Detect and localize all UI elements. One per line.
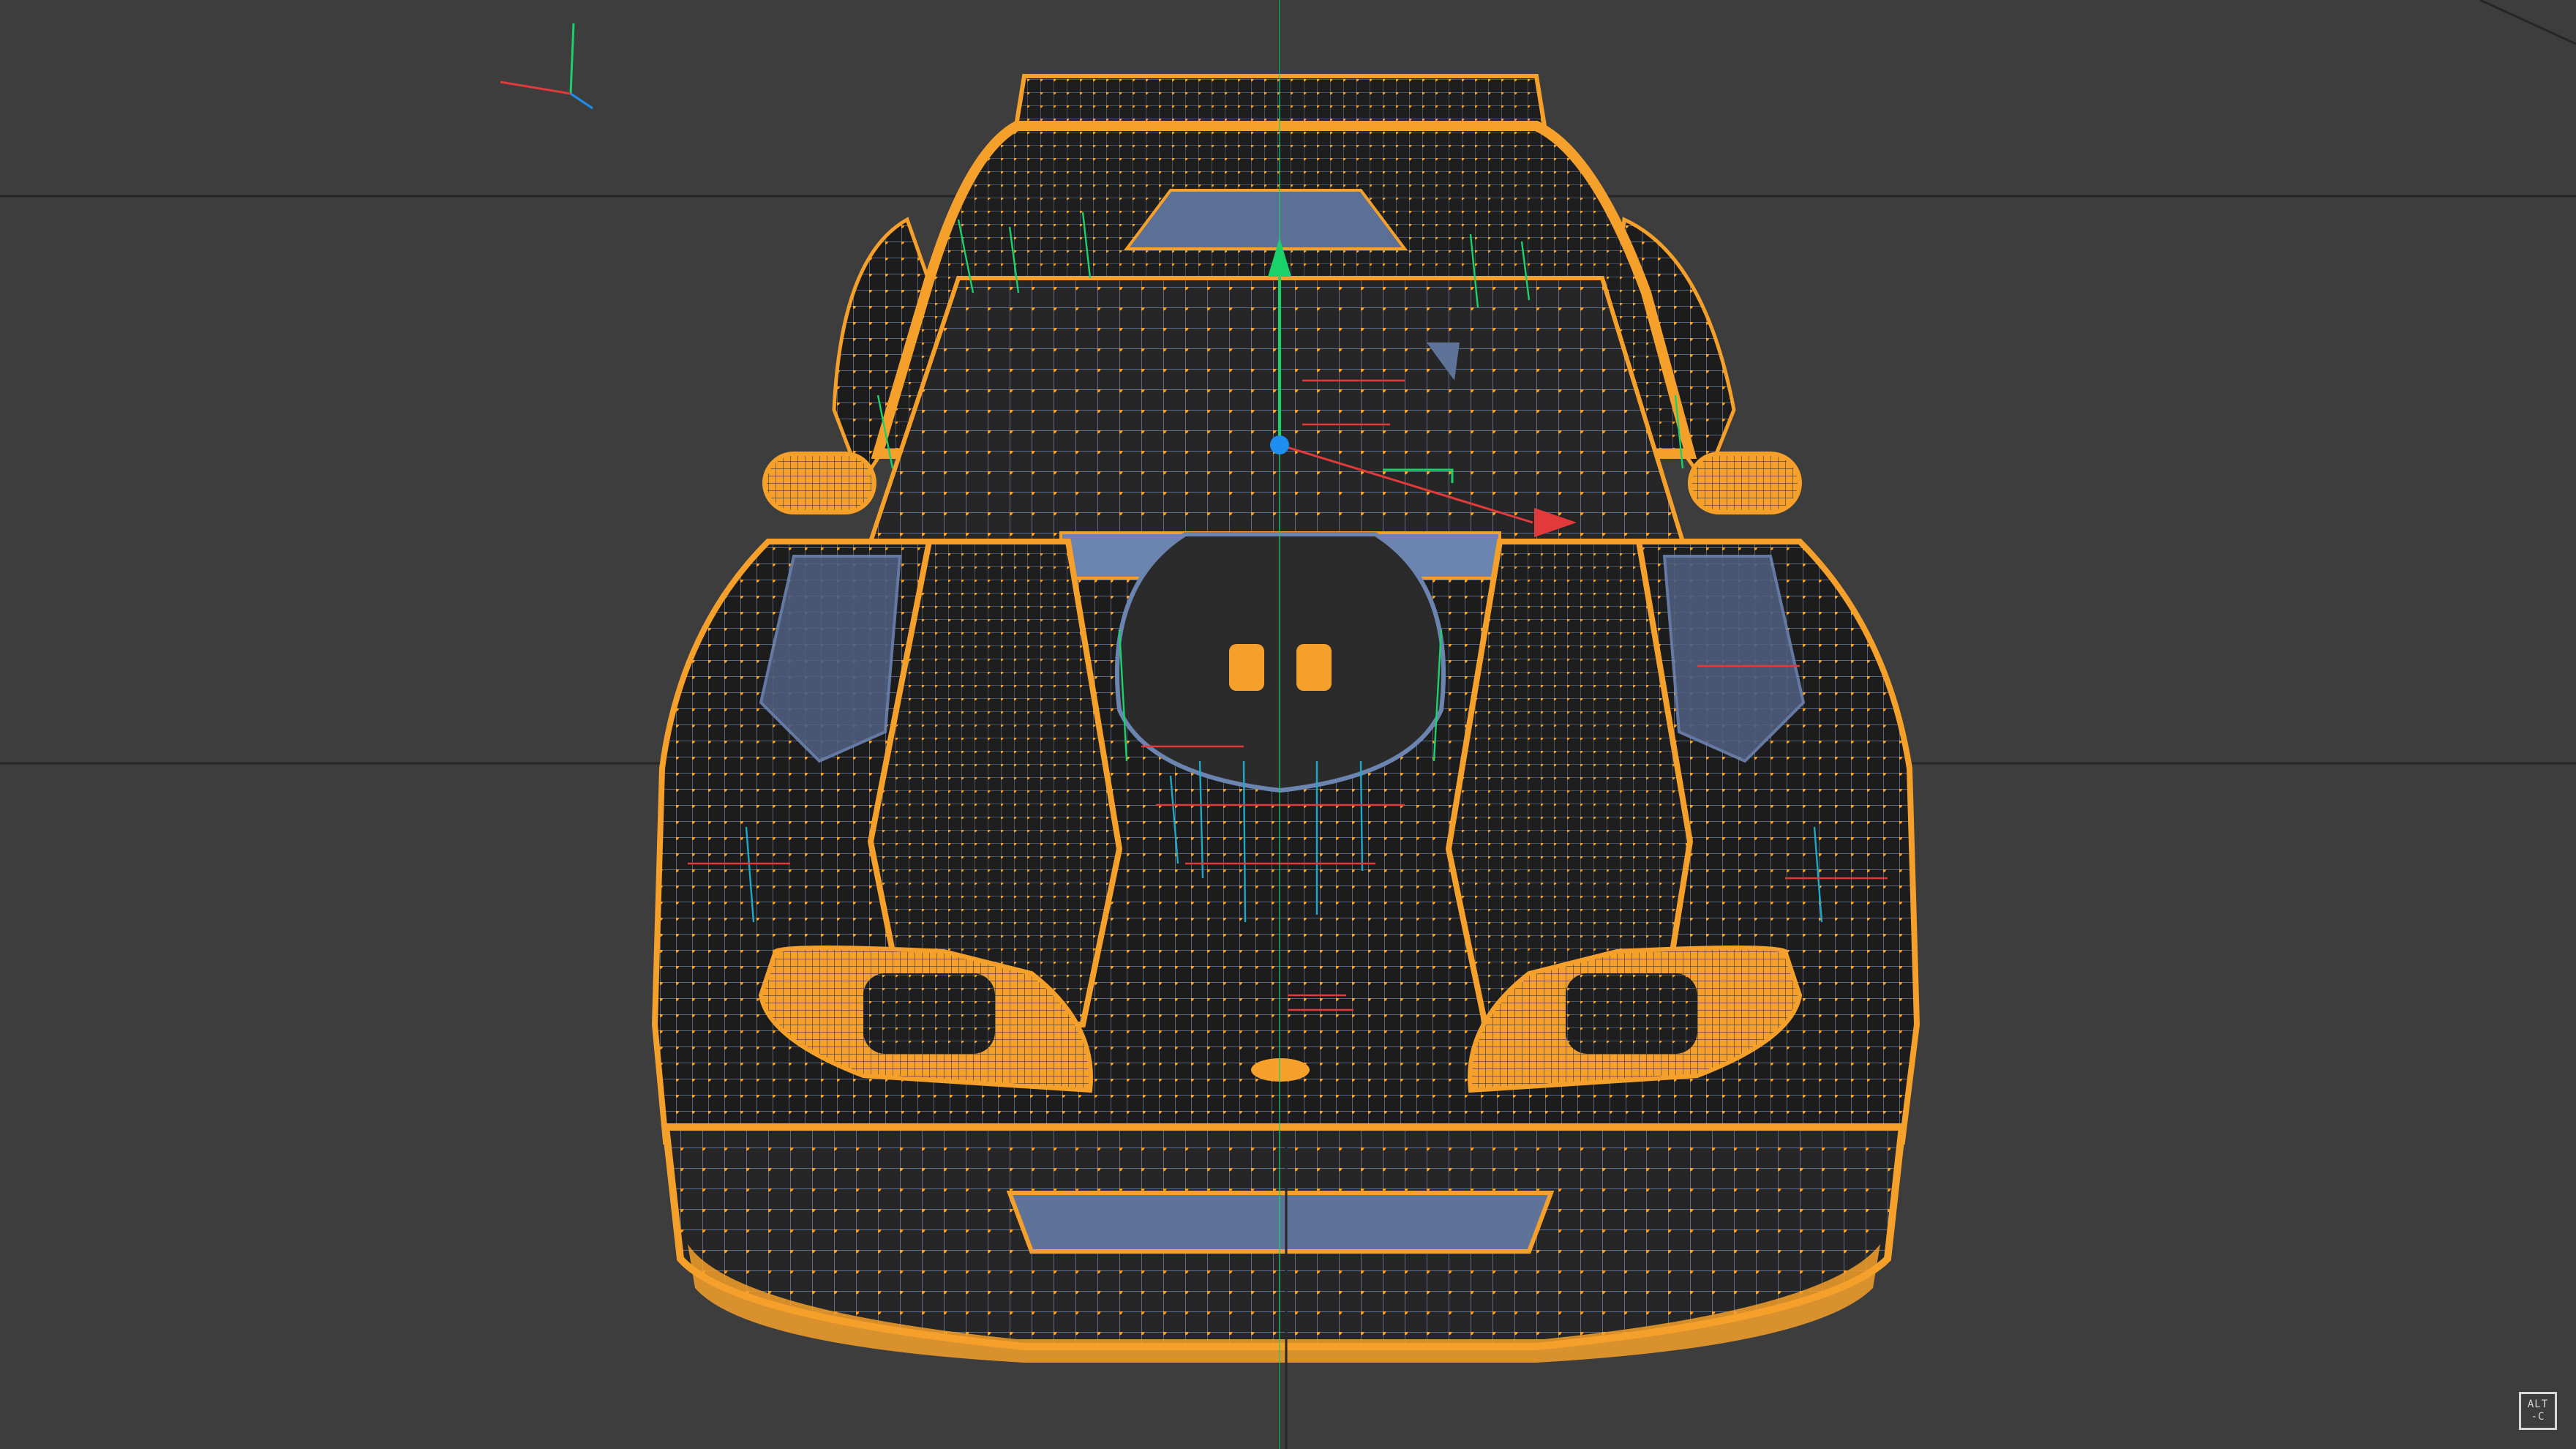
3d-viewport[interactable]: ALT -C (0, 0, 2576, 1449)
badge-line2: -C (2531, 1411, 2545, 1423)
windshield (867, 276, 1686, 544)
intake-trumpet-left (1229, 644, 1264, 691)
viewport-canvas[interactable] (0, 0, 2576, 1449)
world-axis-icon (500, 23, 593, 110)
right-mirror (1688, 452, 1802, 514)
intake-trumpet-right (1296, 644, 1332, 691)
right-fog-inner (1566, 973, 1697, 1054)
left-mirror (762, 452, 876, 514)
roof-vent (1124, 189, 1408, 250)
left-fog-inner (863, 973, 995, 1054)
badge-line1: ALT (2527, 1399, 2549, 1410)
alt-c-logo: ALT -C (2519, 1392, 2557, 1430)
